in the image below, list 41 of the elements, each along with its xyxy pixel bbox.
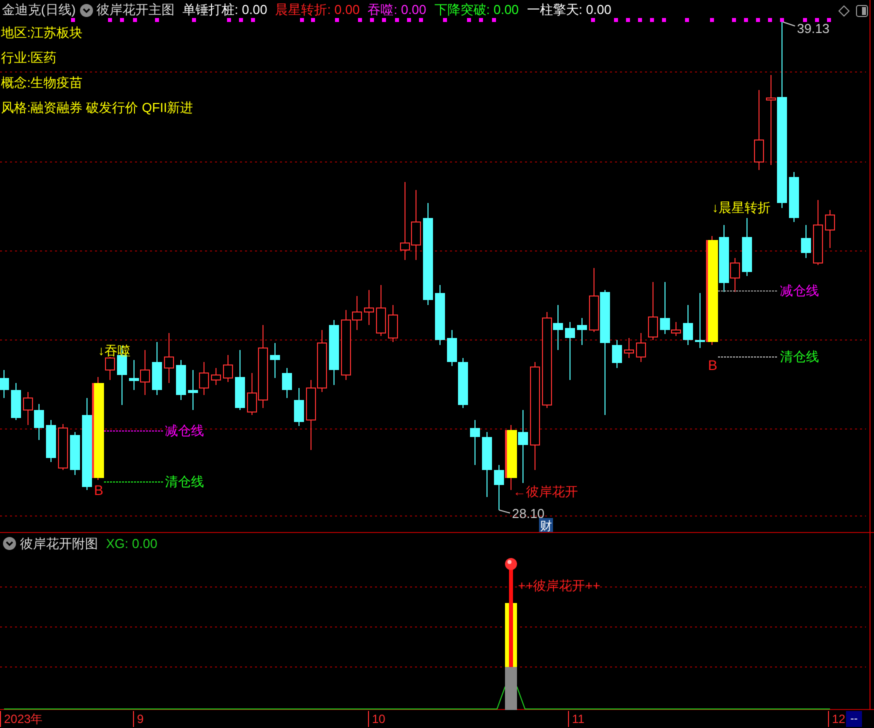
signal-label: ←彼岸花开 [513,484,578,499]
axis-label: 9 [133,711,144,727]
chevron-down-icon[interactable] [3,537,16,550]
indicator-value: 单锤打桩: 0.00 [182,1,268,19]
panel-toggle-icon[interactable] [856,5,868,17]
reduce-line-label: 减仓线 [780,283,819,298]
indicator-value: 下降突破: 0.00 [434,1,519,19]
axis-label: 2023年 [0,711,43,727]
indicator-title: 彼岸花开主图 [96,1,175,19]
axis-label: 10 [368,711,386,727]
reduce-line [104,430,164,432]
leader-line [782,22,796,26]
finance-badge[interactable]: 财 [539,518,553,533]
signal-base-bar [505,667,517,710]
info-line: 行业:医药 [1,50,57,66]
reduce-line-label: 减仓线 [165,423,204,438]
chart-title: 彼岸花开附图 [20,534,98,552]
signal-marker-label: ↓晨星转折 [712,200,770,215]
reduce-line [718,290,778,292]
info-line: 风格:融资融券 破发行价 QFII新进 [1,100,194,116]
chevron-down-icon[interactable] [80,4,93,16]
buy-signal-label: B [708,357,718,373]
indicator-value: 吞噬: 0.00 [368,1,426,19]
price-high-label: 39.13 [797,21,830,36]
axis-label: 11 [568,711,584,727]
leader-line [498,510,510,514]
axis-label: 12 [828,711,846,727]
corner-label: -- [846,711,862,727]
xg-value: XG: 0.00 [106,534,158,552]
stock-title: 金迪克(日线) [2,1,76,19]
clear-line [718,356,778,358]
indicator-value: 晨星转折: 0.00 [275,1,360,19]
clear-line-label: 清仓线 [780,349,819,364]
price-low-label: 28.10 [512,506,545,521]
diamond-icon[interactable] [838,5,850,17]
indicator-value: 一柱擎天: 0.00 [526,1,612,19]
info-line: 概念:生物疫苗 [1,75,83,91]
info-line: 地区:江苏板块 [1,25,83,41]
clear-line-label: 清仓线 [165,474,204,489]
signal-label: ++彼岸花开++ [518,578,600,593]
buy-signal-label: B [94,482,104,498]
